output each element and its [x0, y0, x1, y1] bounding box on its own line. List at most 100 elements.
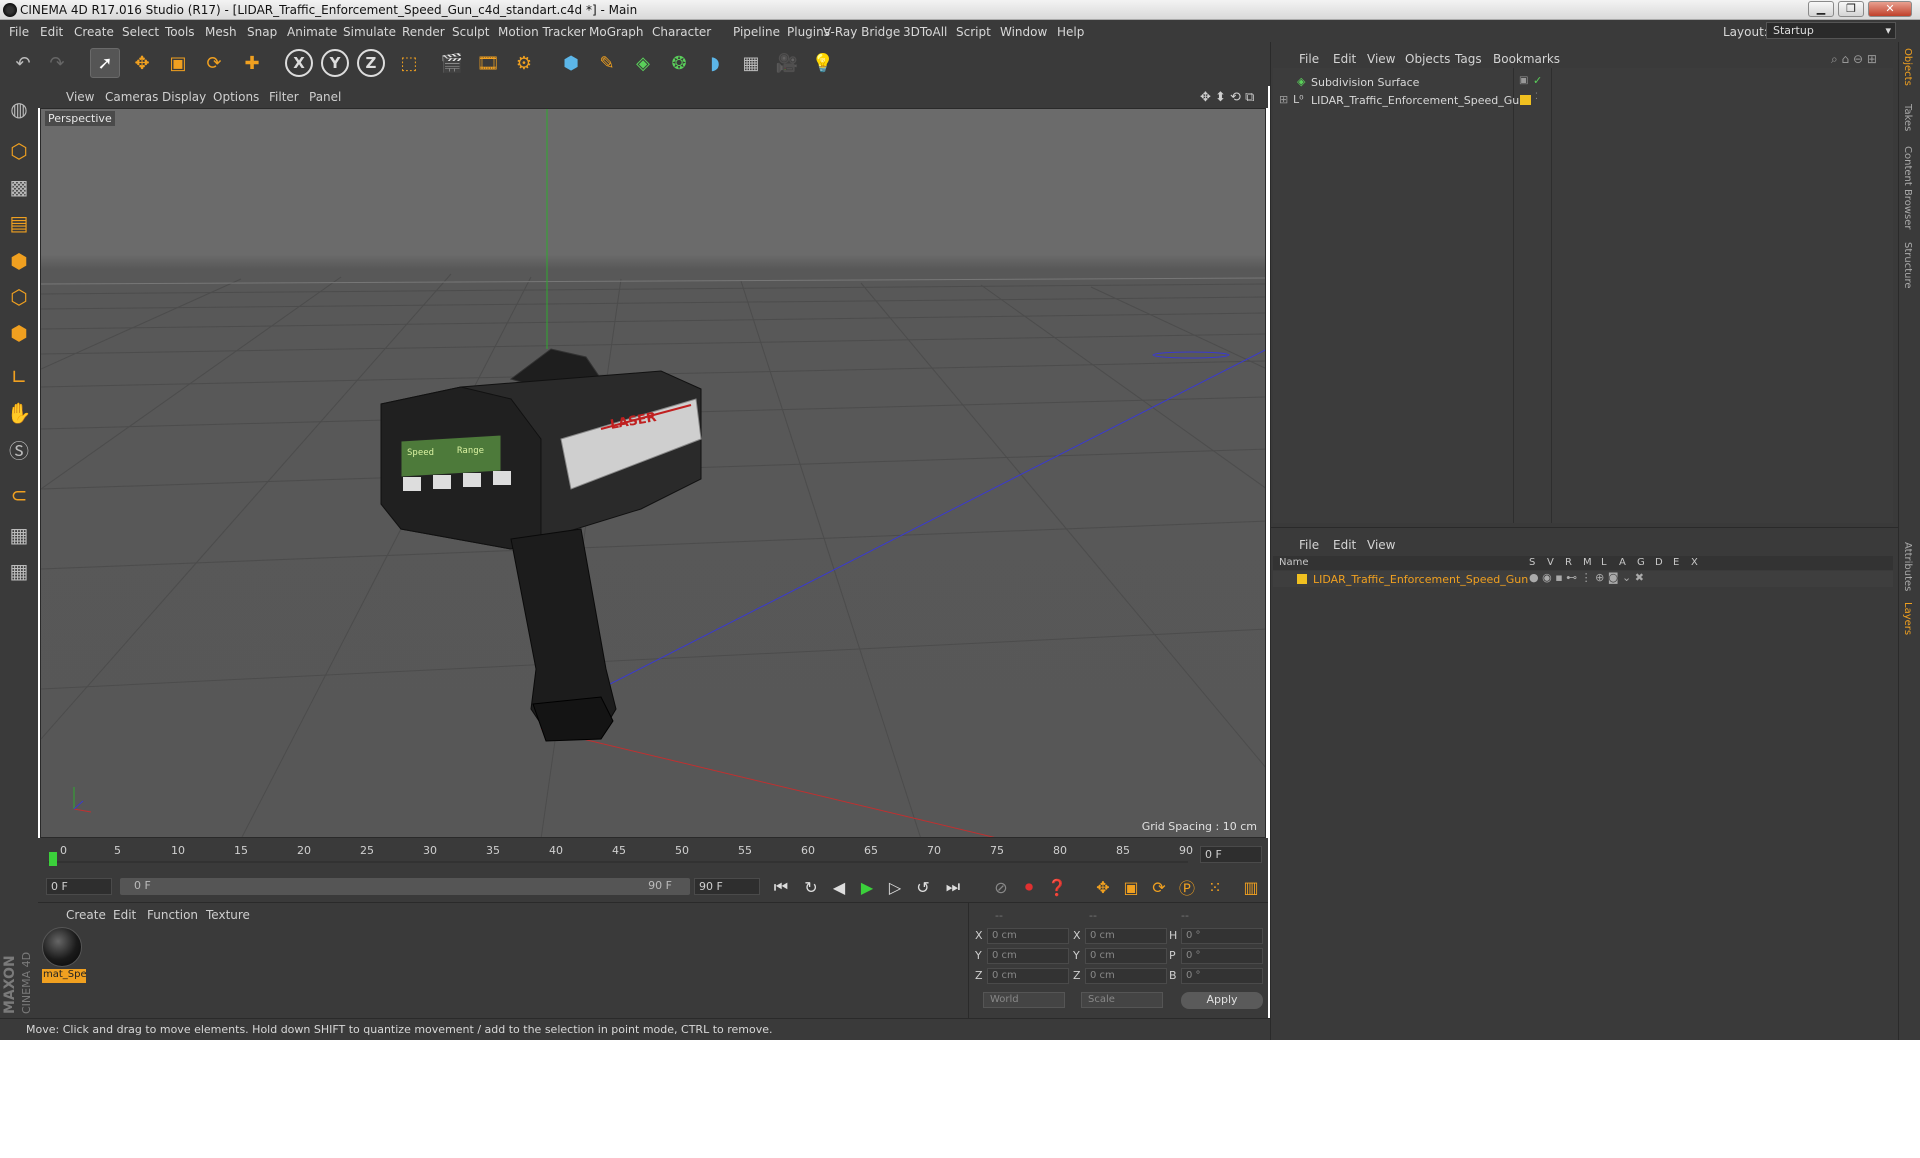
coordinate-mode-select[interactable]: World: [983, 992, 1065, 1008]
menu-help[interactable]: Help: [1057, 25, 1084, 39]
layer-col-m[interactable]: M: [1583, 557, 1592, 568]
object-row-subdivision[interactable]: ◈ Subdivision Surface ▣ ✓: [1273, 74, 1893, 92]
menu-sculpt[interactable]: Sculpt: [452, 25, 489, 39]
position-x-field[interactable]: 0 cm: [987, 928, 1069, 944]
tab-attributes[interactable]: Attributes: [1902, 542, 1913, 591]
world-coords-icon[interactable]: ⬚: [394, 48, 424, 78]
viewport-menu-options[interactable]: Options: [213, 90, 259, 104]
minimize-button[interactable]: ▁: [1808, 1, 1834, 17]
close-button[interactable]: ✕: [1868, 1, 1912, 17]
layer-col-x[interactable]: X: [1691, 557, 1698, 568]
expand-icon[interactable]: ⊞: [1279, 93, 1288, 106]
cube-primitive-icon[interactable]: ⬢: [556, 48, 586, 78]
go-to-start-icon[interactable]: ⏮: [768, 874, 794, 900]
menu-animate[interactable]: Animate: [287, 25, 337, 39]
object-menu-file[interactable]: File: [1299, 52, 1319, 66]
search-icon[interactable]: ⌕ ⌂ ⊖ ⊞: [1831, 52, 1877, 67]
record-point-level-icon[interactable]: ⁙: [1202, 874, 1228, 900]
layer-col-l[interactable]: L: [1601, 557, 1607, 568]
go-to-end-icon[interactable]: ⏭: [940, 874, 966, 900]
menu-window[interactable]: Window: [1000, 25, 1047, 39]
viewport-menu-display[interactable]: Display: [162, 90, 206, 104]
camera-icon[interactable]: 🎥: [772, 48, 802, 78]
rotate-icon[interactable]: ⟳: [199, 48, 229, 78]
enabled-check-icon[interactable]: ✓: [1533, 74, 1542, 87]
timeline-ruler[interactable]: 0 5 10 15 20 25 30 35 40 45 50 55 60 65 …: [38, 838, 1268, 872]
size-z-field[interactable]: 0 cm: [1085, 968, 1167, 984]
tweak-mode-icon[interactable]: ✋: [4, 398, 34, 428]
material-menu-create[interactable]: Create: [66, 908, 106, 922]
object-menu-edit[interactable]: Edit: [1333, 52, 1356, 66]
tab-content-browser[interactable]: Content Browser: [1902, 146, 1913, 229]
size-y-field[interactable]: 0 cm: [1085, 948, 1167, 964]
move-alt-icon[interactable]: ✚: [237, 48, 267, 78]
tab-takes[interactable]: Takes: [1902, 104, 1913, 131]
layer-color-swatch[interactable]: [1520, 95, 1531, 105]
magnet-icon[interactable]: ⊂: [4, 480, 34, 510]
menu-mograph[interactable]: MoGraph: [589, 25, 644, 39]
record-parameter-icon[interactable]: Ⓟ: [1174, 874, 1200, 900]
menu-script[interactable]: Script: [956, 25, 991, 39]
layer-col-s[interactable]: S: [1529, 557, 1535, 568]
deformer-icon[interactable]: ◗: [700, 48, 730, 78]
snap-icon[interactable]: Ⓢ: [4, 434, 34, 464]
previous-key-icon[interactable]: ↻: [798, 874, 824, 900]
play-icon[interactable]: ▶: [854, 874, 880, 900]
object-menu-bookmarks[interactable]: Bookmarks: [1493, 52, 1560, 66]
current-frame-field[interactable]: 0 F: [1200, 846, 1262, 863]
layer-col-e[interactable]: E: [1673, 557, 1679, 568]
menu-mesh[interactable]: Mesh: [205, 25, 237, 39]
layout-select[interactable]: Startup ▾: [1766, 22, 1896, 39]
make-editable-icon[interactable]: ◍: [4, 94, 34, 124]
material-menu-function[interactable]: Function: [147, 908, 198, 922]
maximize-button[interactable]: ❐: [1838, 1, 1864, 17]
polygons-mode-icon[interactable]: ⬢: [4, 318, 34, 348]
layer-col-d[interactable]: D: [1655, 557, 1663, 568]
material-menu-texture[interactable]: Texture: [206, 908, 250, 922]
rotation-b-field[interactable]: 0 °: [1181, 968, 1263, 984]
start-frame-field[interactable]: 0 F: [46, 878, 112, 895]
viewport-menu-view[interactable]: View: [66, 90, 94, 104]
menu-tools[interactable]: Tools: [165, 25, 195, 39]
z-axis-button[interactable]: Z: [356, 48, 386, 78]
scale-icon[interactable]: ▣: [163, 48, 193, 78]
light-icon[interactable]: 💡: [808, 48, 838, 78]
timeline-window-icon[interactable]: ▥: [1238, 874, 1264, 900]
position-y-field[interactable]: 0 cm: [987, 948, 1069, 964]
render-picture-viewer-icon[interactable]: 🎞: [473, 48, 503, 78]
material-menu-edit[interactable]: Edit: [113, 908, 136, 922]
points-mode-icon[interactable]: ⬢: [4, 246, 34, 276]
planar-workplane-icon[interactable]: ▦: [4, 556, 34, 586]
end-frame-field[interactable]: 90 F: [694, 878, 760, 895]
model-mode-icon[interactable]: ⬡: [4, 136, 34, 166]
next-key-icon[interactable]: ↺: [910, 874, 936, 900]
layer-col-r[interactable]: R: [1565, 557, 1572, 568]
next-frame-icon[interactable]: ▷: [882, 874, 908, 900]
viewport-menu-cameras[interactable]: Cameras: [105, 90, 158, 104]
record-scale-icon[interactable]: ▣: [1118, 874, 1144, 900]
menu-simulate[interactable]: Simulate: [343, 25, 396, 39]
previous-frame-icon[interactable]: ◀: [826, 874, 852, 900]
mograph-cloner-icon[interactable]: ❂: [664, 48, 694, 78]
material-preview-ball[interactable]: [42, 927, 82, 967]
object-list[interactable]: ◈ Subdivision Surface ▣ ✓ ⊞ L⁰ LIDAR_Tra…: [1273, 68, 1893, 523]
menu-motion-tracker[interactable]: Motion Tracker: [498, 25, 586, 39]
layer-menu-edit[interactable]: Edit: [1333, 538, 1356, 552]
axis-mode-icon[interactable]: ∟: [4, 362, 34, 392]
position-z-field[interactable]: 0 cm: [987, 968, 1069, 984]
menu-vray-bridge[interactable]: V-Ray Bridge: [823, 25, 900, 39]
autokeying-icon[interactable]: ❓: [1044, 874, 1070, 900]
layer-menu-view[interactable]: View: [1367, 538, 1395, 552]
scale-mode-select[interactable]: Scale: [1081, 992, 1163, 1008]
tab-structure[interactable]: Structure: [1902, 242, 1913, 289]
object-menu-objects[interactable]: Objects: [1405, 52, 1450, 66]
rotation-h-field[interactable]: 0 °: [1181, 928, 1263, 944]
spline-pen-icon[interactable]: ✎: [592, 48, 622, 78]
floor-icon[interactable]: ▦: [736, 48, 766, 78]
edges-mode-icon[interactable]: ⬡: [4, 282, 34, 312]
layer-menu-file[interactable]: File: [1299, 538, 1319, 552]
menu-snap[interactable]: Snap: [247, 25, 277, 39]
menu-edit[interactable]: Edit: [40, 25, 63, 39]
layer-row[interactable]: LIDAR_Traffic_Enforcement_Speed_Gun ● ◉ …: [1273, 571, 1893, 587]
keyframe-selection-icon[interactable]: ⊘: [988, 874, 1014, 900]
